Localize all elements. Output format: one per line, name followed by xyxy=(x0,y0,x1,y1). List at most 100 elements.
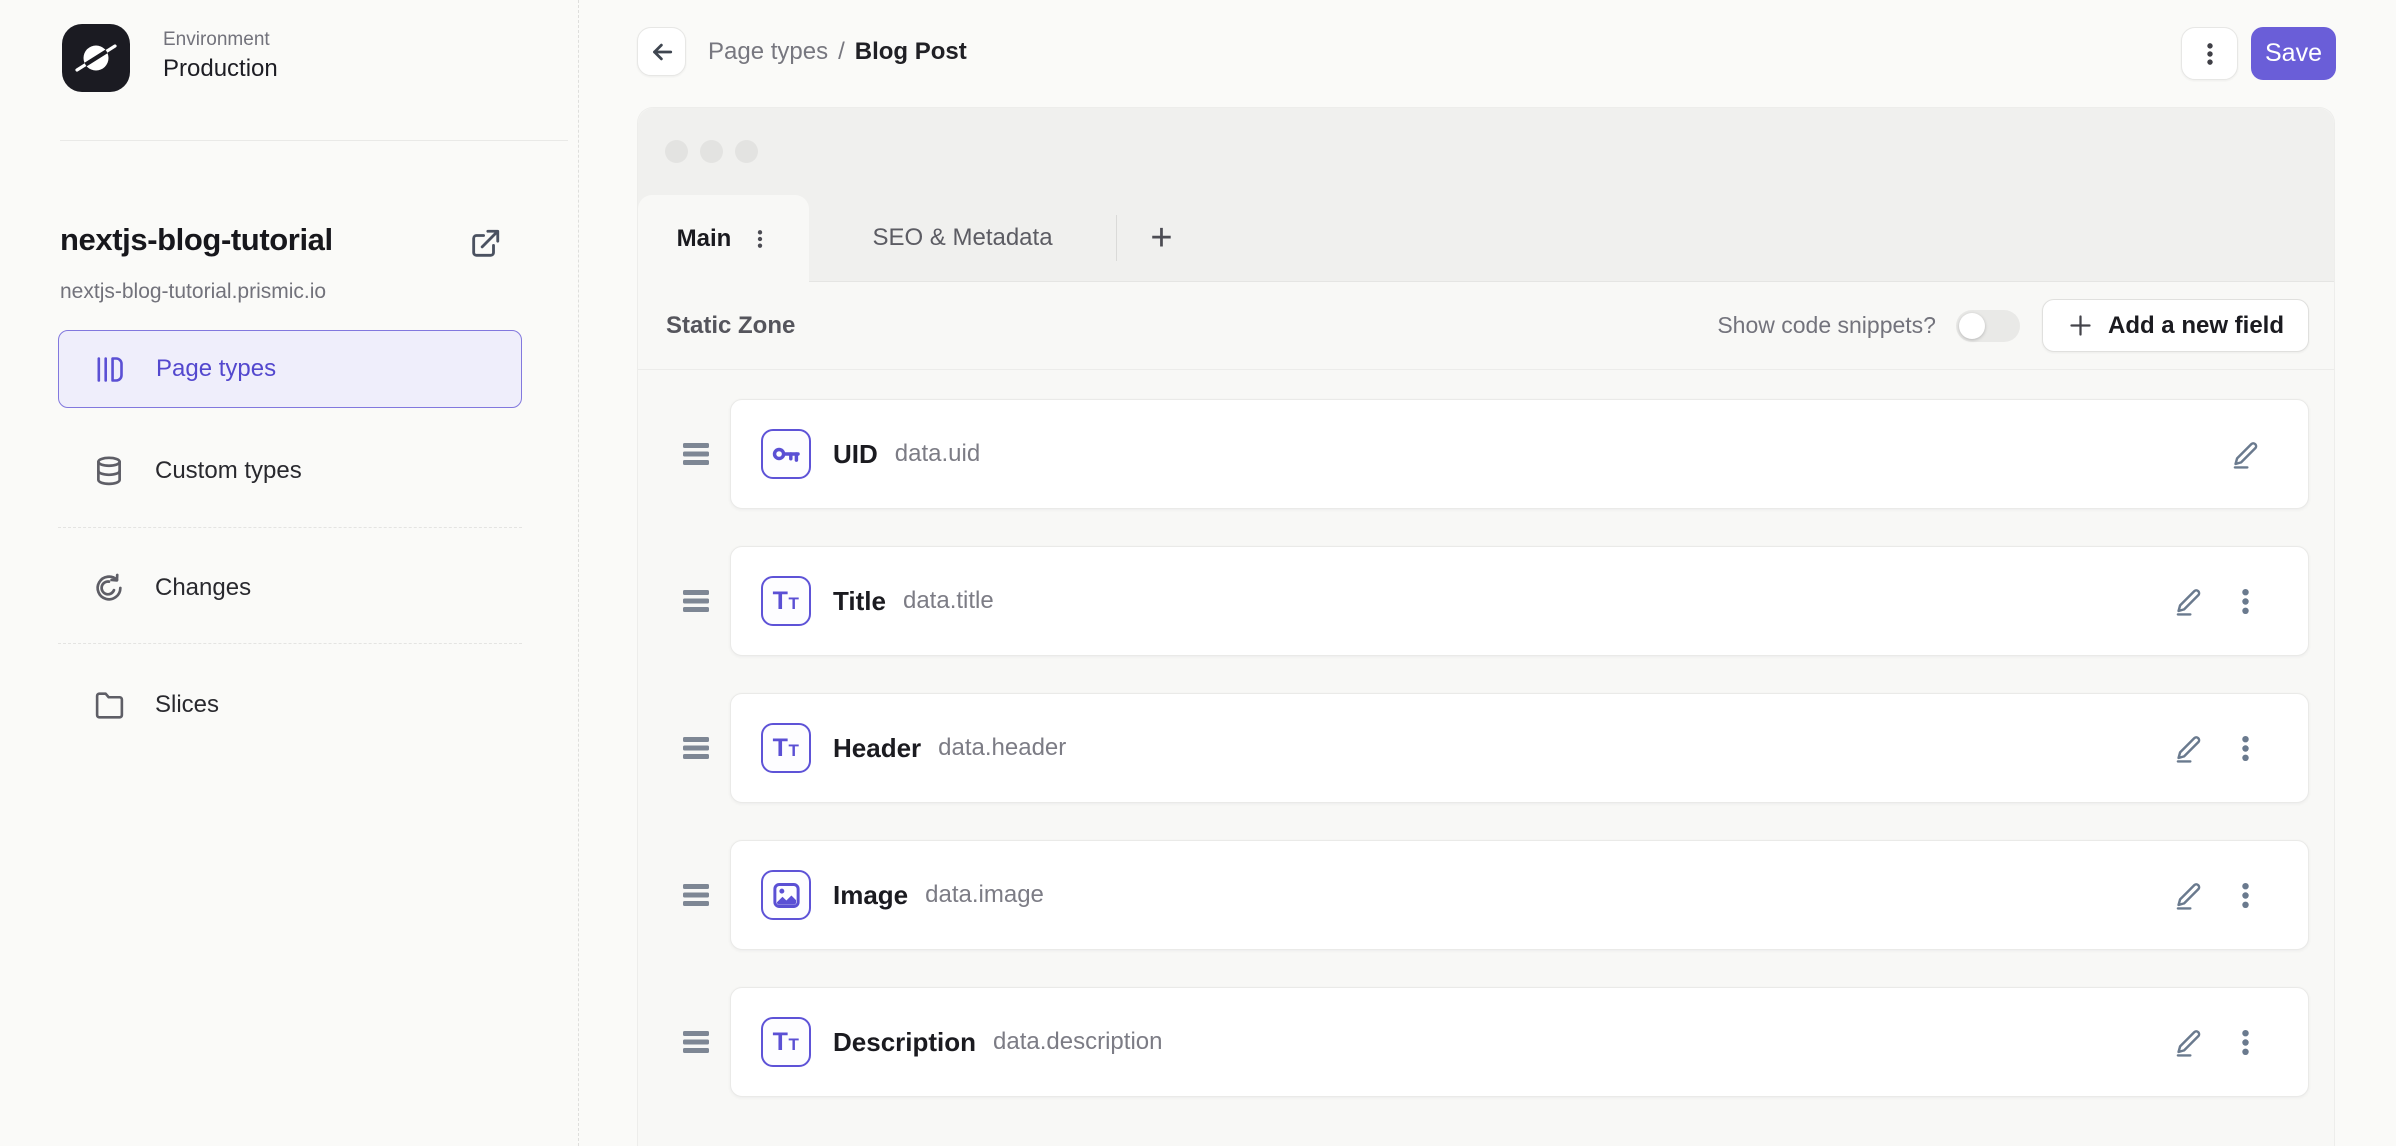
tab-seo-metadata[interactable]: SEO & Metadata xyxy=(809,195,1116,281)
text-icon: TT xyxy=(761,1017,811,1067)
tab-label: Main xyxy=(676,224,732,252)
prismic-page-type-editor: Environment Production nextjs-blog-tutor… xyxy=(0,0,2396,1146)
field-name: Description xyxy=(833,1026,977,1057)
zone-title: Static Zone xyxy=(666,311,796,339)
field-api-id: data.uid xyxy=(894,440,981,467)
drag-handle-icon[interactable] xyxy=(681,882,711,908)
external-link-icon xyxy=(472,229,500,257)
repo-domain: nextjs-blog-tutorial.prismic.io xyxy=(60,280,327,303)
planet-icon xyxy=(75,44,117,72)
window-chrome-bar xyxy=(638,108,2334,195)
edit-field-button[interactable] xyxy=(2173,880,2204,911)
text-icon: TT xyxy=(761,576,811,626)
field-menu-button[interactable] xyxy=(2230,586,2261,617)
breadcrumb-current: Blog Post xyxy=(854,37,967,65)
changes-icon xyxy=(92,571,126,605)
nav-divider xyxy=(58,643,522,644)
kebab-menu-icon xyxy=(2230,586,2261,617)
edit-field-button[interactable] xyxy=(2173,733,2204,764)
environment-value[interactable]: Production xyxy=(163,55,278,83)
breadcrumb: Page types / Blog Post xyxy=(708,27,967,76)
drag-handle-icon[interactable] xyxy=(681,588,711,614)
breadcrumb-separator: / xyxy=(838,37,845,65)
field-name: Header xyxy=(833,732,922,763)
kebab-menu-icon xyxy=(2206,42,2213,65)
pencil-icon xyxy=(2173,1027,2204,1058)
field-api-id: data.header xyxy=(938,734,1067,761)
repo-name: nextjs-blog-tutorial xyxy=(60,222,333,257)
arrow-left-icon xyxy=(652,43,672,60)
field-row-uid: UID data.uid xyxy=(681,399,2309,509)
pencil-icon xyxy=(2173,880,2204,911)
sidebar-item-label: Custom types xyxy=(155,457,302,484)
drag-handle-icon[interactable] xyxy=(681,735,711,761)
field-api-id: data.title xyxy=(902,587,994,614)
window-dot xyxy=(735,140,758,163)
field-row-description: TT Description data.description xyxy=(681,987,2309,1097)
open-repo-button[interactable] xyxy=(465,224,505,264)
field-api-id: data.description xyxy=(993,1028,1163,1055)
window-dot xyxy=(665,140,688,163)
toggle-knob xyxy=(1958,312,1985,339)
save-button[interactable]: Save xyxy=(2251,27,2336,80)
sidebar-item-page-types[interactable]: Page types xyxy=(58,330,522,408)
static-zone-toolbar: Static Zone Show code snippets? Add a ne… xyxy=(638,282,2334,370)
more-options-button[interactable] xyxy=(2181,27,2238,80)
field-card: UID data.uid xyxy=(730,399,2309,509)
edit-field-button[interactable] xyxy=(2173,586,2204,617)
field-card: TT Title data.title xyxy=(730,546,2309,656)
page-types-icon xyxy=(93,352,127,386)
kebab-menu-icon xyxy=(2230,880,2261,911)
edit-field-button[interactable] xyxy=(2230,439,2261,470)
field-menu-button[interactable] xyxy=(2230,1027,2261,1058)
kebab-menu-icon xyxy=(2230,733,2261,764)
show-code-snippets-toggle[interactable] xyxy=(1955,309,2020,342)
field-row-image: Image data.image xyxy=(681,840,2309,950)
field-menu-button[interactable] xyxy=(2230,733,2261,764)
add-tab-button[interactable]: + xyxy=(1117,195,1206,281)
drag-handle-icon[interactable] xyxy=(681,441,711,467)
field-api-id: data.image xyxy=(925,881,1044,908)
divider xyxy=(60,140,568,141)
environment-label: Environment xyxy=(163,29,270,50)
kebab-menu-icon xyxy=(2230,1027,2261,1058)
tab-label: SEO & Metadata xyxy=(872,224,1053,251)
pencil-icon xyxy=(2230,439,2261,470)
field-name: Title xyxy=(833,585,886,616)
window-dot xyxy=(700,140,723,163)
field-card: TT Description data.description xyxy=(730,987,2309,1097)
add-field-button[interactable]: Add a new field xyxy=(2041,299,2309,352)
image-icon xyxy=(761,870,811,920)
sidebar-item-label: Changes xyxy=(155,574,252,601)
pencil-icon xyxy=(2173,733,2204,764)
sidebar-item-custom-types[interactable]: Custom types xyxy=(58,432,522,510)
sidebar: Environment Production nextjs-blog-tutor… xyxy=(0,0,579,1146)
key-icon xyxy=(761,429,811,479)
field-card: TT Header data.header xyxy=(730,693,2309,803)
custom-types-icon xyxy=(92,454,126,488)
drag-handle-icon[interactable] xyxy=(681,1029,711,1055)
sidebar-item-label: Page types xyxy=(156,355,277,382)
pencil-icon xyxy=(2173,586,2204,617)
field-row-title: TT Title data.title xyxy=(681,546,2309,656)
sidebar-item-slices[interactable]: Slices xyxy=(58,666,522,744)
edit-field-button[interactable] xyxy=(2173,1027,2204,1058)
page-type-editor-card: Main SEO & Metadata + Static Zone Show cod… xyxy=(637,107,2335,1146)
breadcrumb-parent[interactable]: Page types xyxy=(708,38,828,66)
text-icon: TT xyxy=(761,723,811,773)
tab-main[interactable]: Main xyxy=(638,195,809,282)
field-name: Image xyxy=(833,879,909,910)
tab-options-icon[interactable] xyxy=(750,228,770,250)
add-field-label: Add a new field xyxy=(2107,311,2284,339)
show-code-snippets-label: Show code snippets? xyxy=(1717,312,1936,338)
field-name: UID xyxy=(833,438,878,469)
sidebar-item-changes[interactable]: Changes xyxy=(58,549,522,627)
field-row-header: TT Header data.header xyxy=(681,693,2309,803)
back-button[interactable] xyxy=(637,27,686,76)
field-menu-button[interactable] xyxy=(2230,880,2261,911)
prismic-logo[interactable] xyxy=(62,24,130,92)
tab-bar: Main SEO & Metadata + xyxy=(638,195,2334,282)
slices-icon xyxy=(92,688,126,722)
plus-icon xyxy=(2067,312,2094,339)
nav-divider xyxy=(58,527,522,528)
